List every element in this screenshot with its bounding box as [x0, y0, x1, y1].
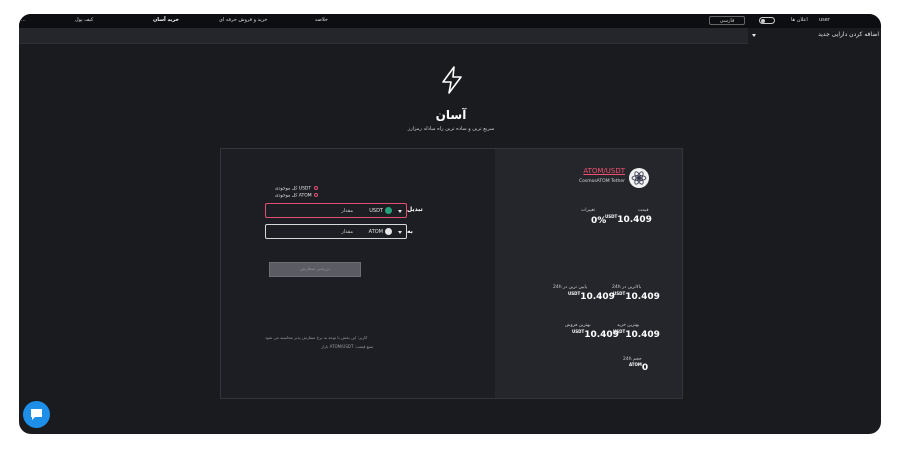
volume-number: 0: [641, 363, 649, 373]
price-number: 10.409: [617, 215, 652, 225]
to-amount-placeholder: مقدار: [341, 229, 353, 235]
volume-unit: ATOM: [629, 362, 642, 367]
page-title: آسان: [435, 108, 467, 122]
high-value: USDT10.409: [613, 291, 660, 302]
best-buy-number: 10.409: [625, 330, 660, 340]
best-buy-value: USDT10.409: [613, 329, 660, 340]
add-asset-button[interactable]: اضافه کردن دارایی جدید: [750, 31, 881, 43]
atom-coin-icon: [629, 168, 649, 188]
chat-button[interactable]: [23, 401, 50, 428]
user-menu[interactable]: user: [819, 17, 830, 23]
best-sell-number: 10.409: [584, 330, 619, 340]
nav-pro-trade[interactable]: خرید و فروش حرفه ای: [219, 17, 268, 23]
atom-coin-icon: [385, 228, 392, 235]
volume-value: ATOM0: [629, 362, 648, 373]
change-value: 0%: [591, 216, 607, 226]
high-label: بالاترین در 24h: [612, 285, 642, 290]
balance-atom: ATOM کل موجودی: [275, 193, 319, 199]
price-source-note: منبع قیمت: ATOM/USDT بازار: [321, 344, 374, 349]
low-value: USDT10.409: [568, 291, 615, 302]
low-unit: USDT: [568, 291, 581, 296]
nav-easy-buy[interactable]: خرید آسان: [153, 17, 179, 23]
page-subtitle: سریع ترین و ساده ترین راه مبادله رمزارز: [407, 126, 495, 132]
sub-toolbar: [19, 28, 748, 44]
change-label: تغییرات: [581, 208, 596, 213]
info-icon: [314, 193, 319, 197]
best-sell-value: USDT10.409: [572, 329, 619, 340]
balance-usdt-label: USDT کل موجودی: [275, 186, 312, 192]
balance-usdt: USDT کل موجودی: [275, 186, 318, 192]
logo[interactable]: ...: [21, 17, 26, 23]
from-coin-label: USDT: [369, 207, 383, 214]
chevron-down-icon[interactable]: [398, 231, 402, 234]
chat-icon: [31, 409, 42, 420]
balance-atom-label: ATOM کل موجودی: [275, 193, 312, 199]
nav-summary[interactable]: خلاصه: [315, 17, 328, 23]
to-label: به: [407, 228, 413, 235]
price-label: قیمت: [638, 208, 649, 213]
lightning-icon: [442, 66, 462, 94]
from-coin-select[interactable]: USDT: [369, 207, 392, 214]
theme-toggle[interactable]: [759, 17, 775, 24]
submit-order-button[interactable]: بررسی سفارش: [269, 262, 361, 277]
best-sell-label: بهترین فروش: [565, 323, 591, 328]
to-amount-field[interactable]: مقدار ATOM: [265, 224, 407, 239]
high-number: 10.409: [625, 292, 660, 302]
pair-link[interactable]: ATOM/USDT: [565, 167, 625, 175]
from-amount-placeholder: مقدار: [341, 208, 353, 214]
info-icon: [313, 186, 318, 190]
best-buy-label: بهترین خرید: [617, 323, 640, 328]
language-label: فارسی: [719, 18, 735, 24]
to-coin-select[interactable]: ATOM: [369, 228, 392, 235]
exchange-panel: ATOM/USDT CosmosATOM Tether قیمت تغییرات…: [220, 148, 683, 399]
top-navigation: ... کیف پول خرید آسان خرید و فروش حرفه ا…: [19, 14, 881, 28]
market-info: ATOM/USDT CosmosATOM Tether قیمت تغییرات…: [495, 149, 682, 398]
price-value: USDT10.409: [605, 214, 652, 225]
price-note: کاربر: این بخش با توجه به نرخ سفارش پذیر…: [265, 335, 368, 340]
price-unit: USDT: [605, 214, 618, 219]
chevron-down-icon[interactable]: [398, 210, 402, 213]
to-coin-label: ATOM: [368, 228, 383, 235]
from-amount-field[interactable]: مقدار USDT: [265, 203, 407, 218]
language-select[interactable]: فارسی: [709, 16, 745, 25]
notifications-link[interactable]: اعلان ها: [791, 17, 808, 23]
usdt-coin-icon: [385, 207, 392, 214]
convert-label: تبدیل: [407, 206, 423, 213]
low-label: پایین ترین در 24h: [553, 285, 588, 290]
nav-wallet[interactable]: کیف پول: [75, 17, 93, 23]
pair-subtitle: CosmosATOM Tether: [578, 179, 625, 184]
app-window: ... کیف پول خرید آسان خرید و فروش حرفه ا…: [19, 14, 881, 434]
low-number: 10.409: [580, 292, 615, 302]
best-sell-unit: USDT: [572, 329, 585, 334]
